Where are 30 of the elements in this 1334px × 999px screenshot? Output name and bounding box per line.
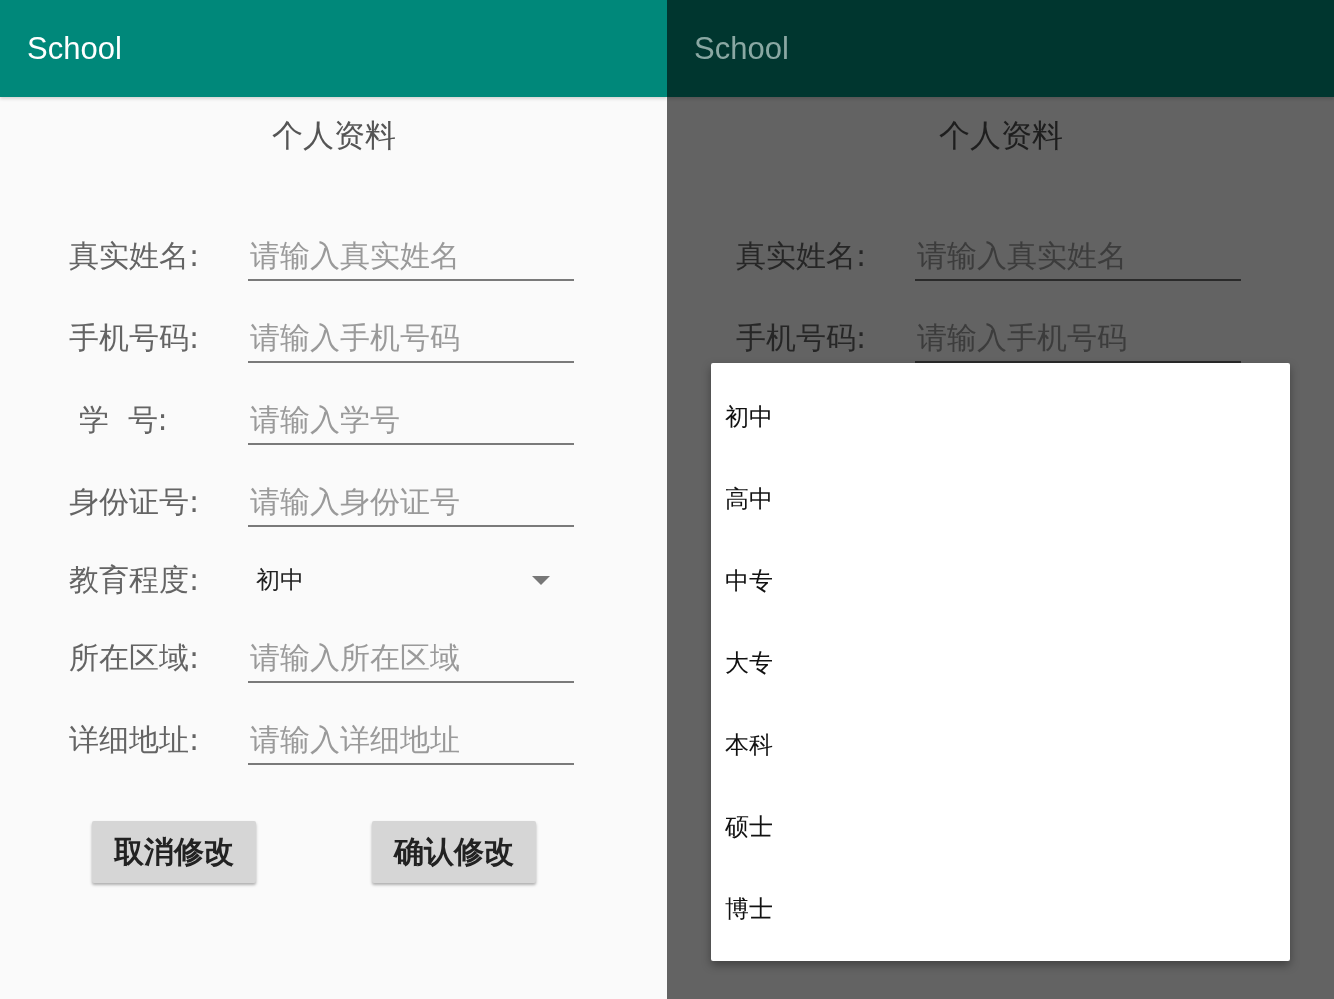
- menu-option[interactable]: 大专: [711, 622, 1290, 704]
- page-heading: 个人资料: [271, 116, 396, 155]
- field-label: 详细地址:: [69, 720, 201, 759]
- text-field[interactable]: 请输入真实姓名: [248, 231, 574, 281]
- page-heading: 个人资料: [938, 116, 1063, 155]
- education-select[interactable]: 初中: [248, 564, 574, 596]
- field-label: 所在区域:: [69, 638, 201, 677]
- menu-option[interactable]: 本科: [711, 704, 1290, 786]
- text-field[interactable]: 请输入所在区域: [248, 633, 574, 683]
- text-field[interactable]: 请输入学号: [248, 395, 574, 445]
- dropdown-caret-icon: [532, 575, 550, 585]
- menu-option[interactable]: 高中: [711, 458, 1290, 540]
- text-field[interactable]: 请输入身份证号: [248, 477, 574, 527]
- menu-option[interactable]: 硕士: [711, 786, 1290, 868]
- field-label: 真实姓名:: [736, 236, 868, 275]
- app-title: School: [694, 30, 789, 67]
- field-label: 学 号:: [77, 400, 169, 439]
- field-label: 真实姓名:: [69, 236, 201, 275]
- action-button[interactable]: 确认修改: [372, 821, 536, 883]
- text-field[interactable]: 请输入手机号码: [248, 313, 574, 363]
- field-label: 手机号码:: [736, 318, 868, 357]
- field-label: 身份证号:: [69, 482, 201, 521]
- field-label: 手机号码:: [69, 318, 201, 357]
- app-title: School: [27, 30, 122, 67]
- field-label: 教育程度:: [69, 560, 201, 599]
- action-button[interactable]: 取消修改: [92, 821, 256, 883]
- menu-option[interactable]: 中专: [711, 540, 1290, 622]
- text-field[interactable]: 请输入详细地址: [248, 715, 574, 765]
- menu-option[interactable]: 博士: [711, 868, 1290, 950]
- menu-option[interactable]: 初中: [711, 376, 1290, 458]
